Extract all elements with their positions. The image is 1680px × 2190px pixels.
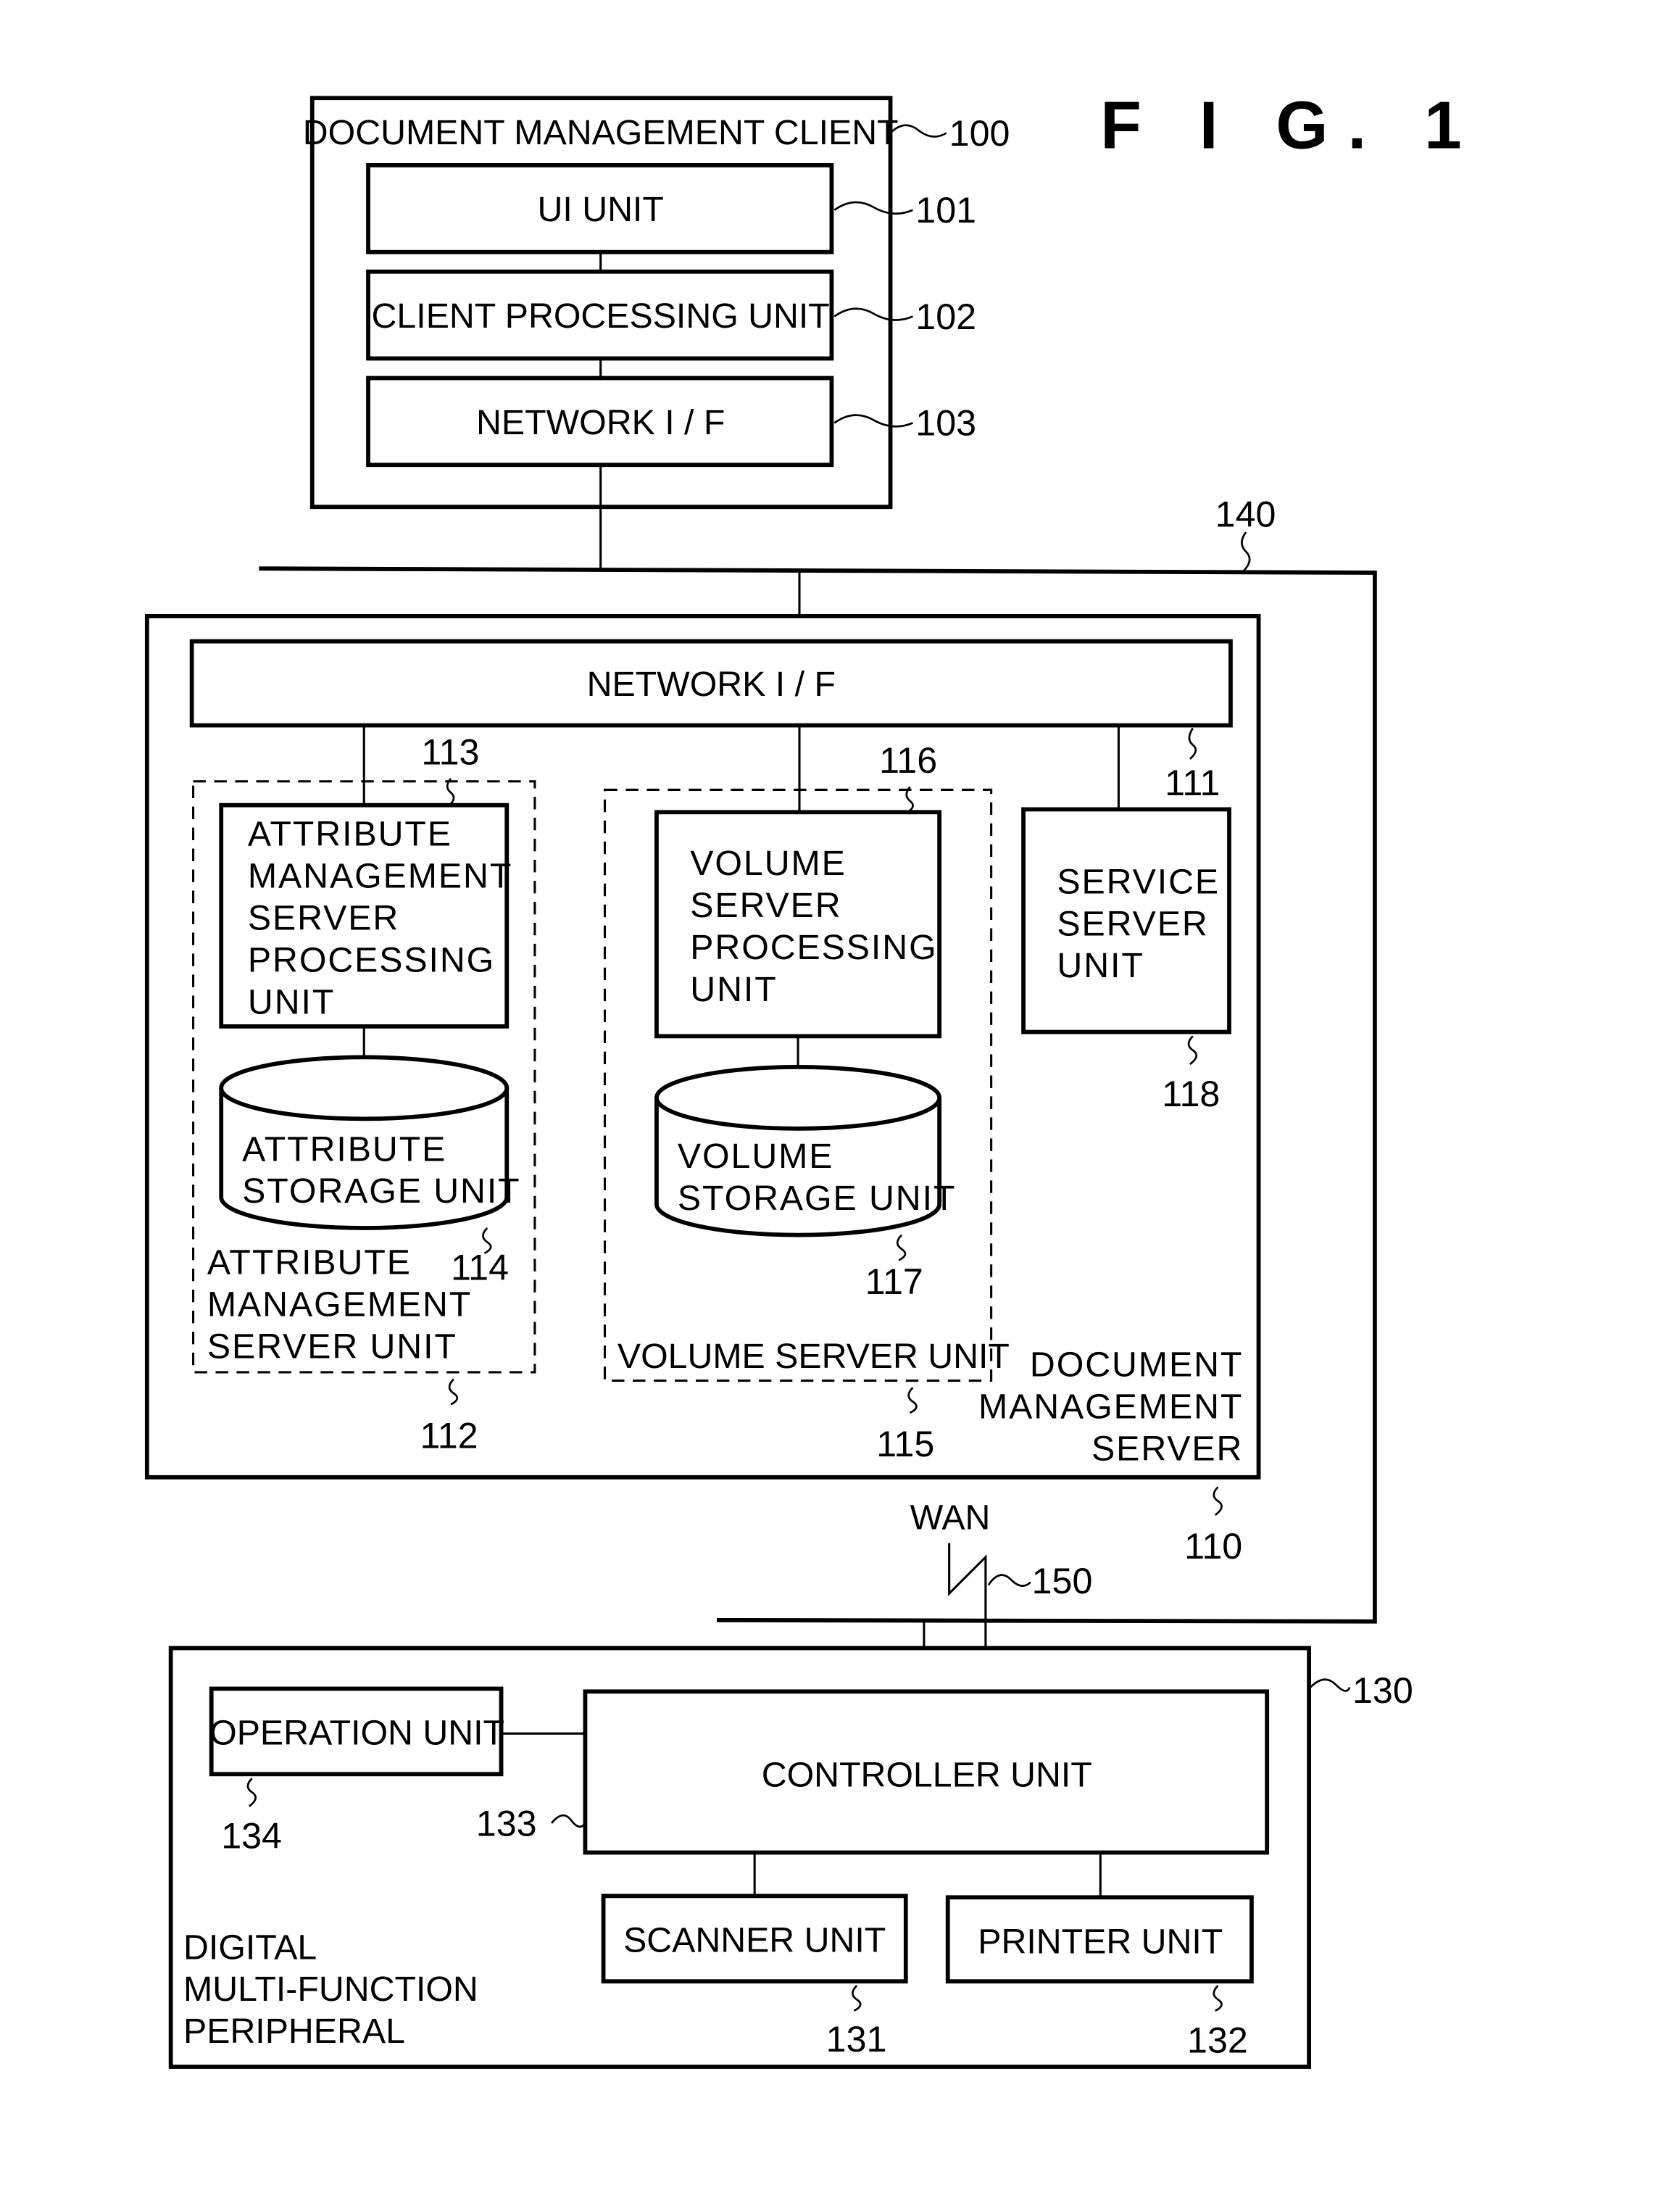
volume-processing-line: PROCESSING (690, 928, 937, 967)
client-processing-unit-label: CLIENT PROCESSING UNIT (372, 296, 830, 336)
server-network-if-ref: 111 (1165, 763, 1220, 803)
attribute-unit-title-line: SERVER UNIT (207, 1327, 457, 1366)
wan-label: WAN (910, 1498, 991, 1537)
digital-multi-function-peripheral: 130 OPERATION UNIT 134 CONTROLLER UNIT 1… (168, 1646, 1413, 2069)
mfp-title-line: MULTI-FUNCTION (183, 1970, 478, 2009)
printer-unit-ref: 132 (1187, 2020, 1248, 2061)
volume-unit-title: VOLUME SERVER UNIT (617, 1337, 1010, 1376)
attribute-unit-title-line: MANAGEMENT (207, 1285, 472, 1324)
client-ref: 100 (949, 113, 1010, 154)
server-title-line: SERVER (1091, 1430, 1243, 1469)
ui-unit-ref: 101 (915, 190, 976, 231)
controller-unit-label: CONTROLLER UNIT (762, 1756, 1092, 1795)
attr-processing-line: UNIT (248, 982, 335, 1021)
service-unit-ref: 118 (1162, 1074, 1220, 1114)
lan-ref: 140 (1215, 494, 1276, 534)
server-ref: 110 (1184, 1526, 1242, 1567)
attr-storage-ref: 114 (451, 1247, 509, 1287)
attribute-unit-ref: 112 (420, 1415, 478, 1456)
server-network-if-label: NETWORK I / F (587, 665, 836, 704)
controller-unit-ref: 133 (476, 1803, 537, 1843)
volume-processing-ref: 116 (879, 740, 937, 781)
client-network-if-label: NETWORK I / F (476, 403, 725, 442)
wan-ref-leader (987, 1574, 1031, 1587)
volume-processing-line: UNIT (690, 970, 777, 1009)
attribute-unit-title-line: ATTRIBUTE (207, 1243, 412, 1282)
scanner-unit-ref: 131 (826, 2019, 887, 2060)
ui-unit-label: UI UNIT (538, 190, 664, 229)
mfp-ref: 130 (1352, 1670, 1413, 1711)
mfp-ref-leader (1310, 1678, 1351, 1692)
service-unit-line: SERVER (1057, 904, 1208, 943)
attr-processing-ref: 113 (421, 732, 479, 773)
client-processing-unit-ref: 102 (915, 296, 976, 337)
volume-storage-line: VOLUME (678, 1137, 834, 1176)
attr-processing-line: SERVER (248, 899, 399, 938)
attr-storage-line: ATTRIBUTE (242, 1129, 446, 1169)
attr-processing-line: ATTRIBUTE (248, 815, 452, 854)
volume-storage-ref: 117 (865, 1261, 923, 1302)
operation-unit-ref: 134 (221, 1816, 282, 1857)
service-unit-line: UNIT (1057, 946, 1144, 985)
attr-processing-line: PROCESSING (248, 941, 495, 980)
lan-ref-leader (1241, 531, 1251, 573)
server-title-line: MANAGEMENT (978, 1388, 1243, 1427)
scanner-unit-label: SCANNER UNIT (623, 1921, 886, 1960)
mfp-title-line: DIGITAL (183, 1928, 317, 1967)
mfp-title-line: PERIPHERAL (183, 2012, 405, 2051)
figure-title: F I G. 1 (1100, 88, 1481, 163)
wan-ref: 150 (1032, 1561, 1093, 1601)
attr-storage-line: STORAGE UNIT (242, 1171, 520, 1211)
volume-processing-line: SERVER (690, 886, 841, 925)
wan-150: WAN 150 (910, 1498, 1093, 1650)
volume-storage-line: STORAGE UNIT (678, 1179, 956, 1218)
printer-unit-label: PRINTER UNIT (978, 1923, 1223, 1962)
document-management-client: DOCUMENT MANAGEMENT CLIENT 100 UI UNIT 1… (303, 96, 1010, 510)
volume-unit-ref: 115 (876, 1424, 934, 1464)
client-network-if-ref: 103 (915, 403, 976, 444)
system-block-diagram: F I G. 1 DOCUMENT MANAGEMENT CLIENT 100 … (144, 88, 1481, 2069)
attr-processing-line: MANAGEMENT (248, 857, 512, 896)
client-ref-leader (889, 124, 947, 138)
operation-unit-label: OPERATION UNIT (209, 1714, 504, 1753)
server-title-line: DOCUMENT (1030, 1345, 1243, 1385)
document-management-server: NETWORK I / F 111 113 ATTRIBUTE MANAGEME… (144, 571, 1261, 1567)
server-ref-leader (1213, 1486, 1223, 1517)
volume-processing-line: VOLUME (690, 844, 847, 883)
client-title: DOCUMENT MANAGEMENT CLIENT (303, 113, 899, 152)
service-unit-line: SERVICE (1057, 862, 1220, 901)
wan-lightning-icon (948, 1543, 987, 1650)
